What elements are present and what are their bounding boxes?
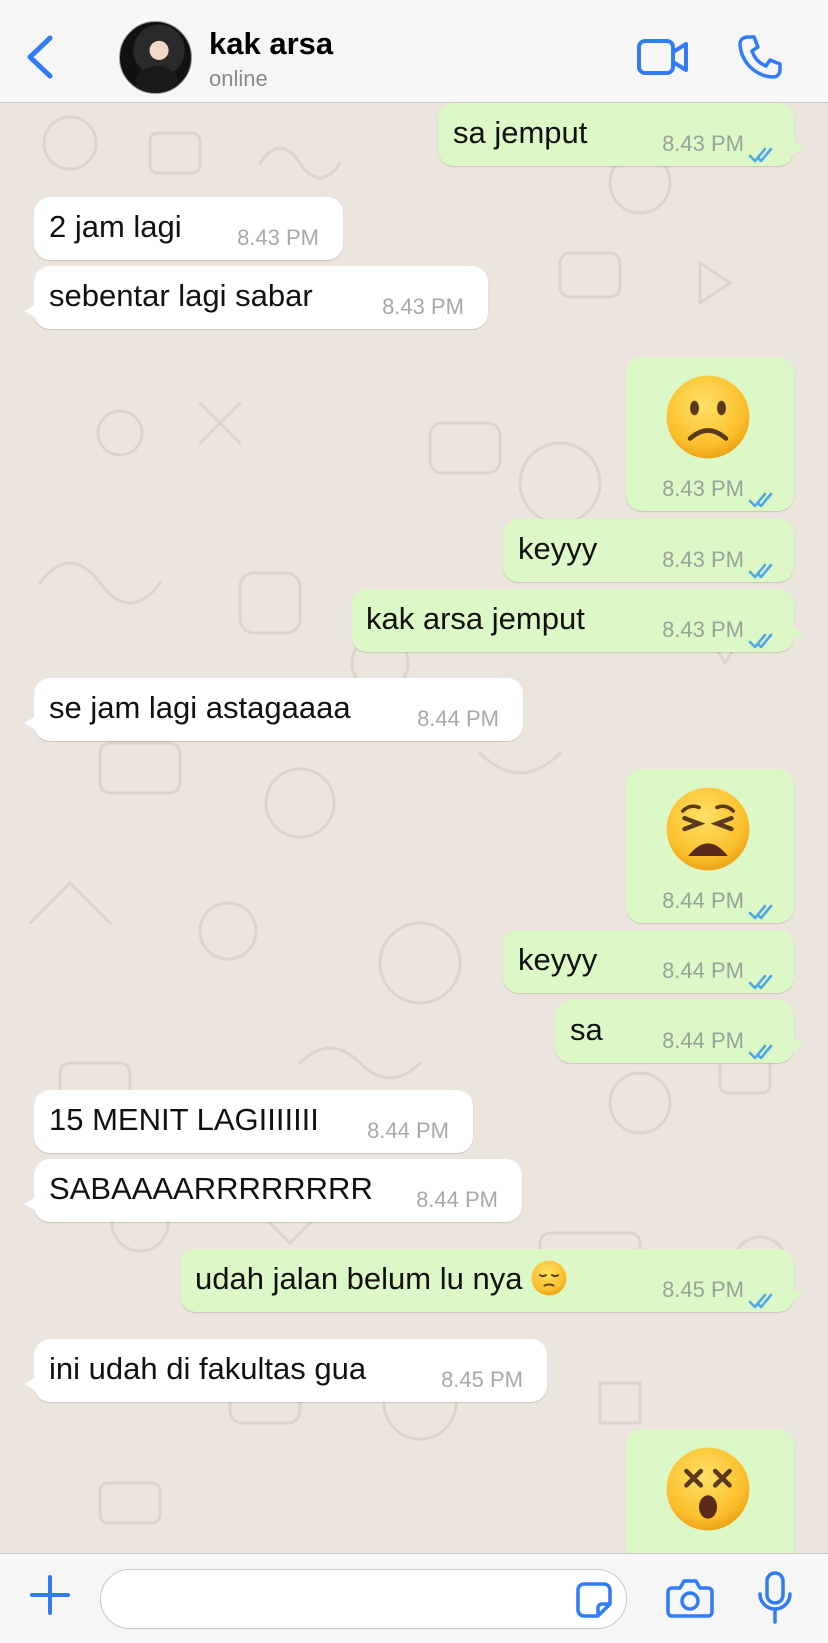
message-timestamp: 8.43 PM <box>382 294 464 319</box>
message-text: kak arsa jemput <box>366 601 585 637</box>
read-ticks-icon <box>748 552 778 579</box>
message-text-content: keyyy <box>518 942 598 977</box>
camera-icon <box>666 1579 714 1618</box>
message-text: udah jalan belum lu nya <box>195 1259 568 1300</box>
back-button[interactable] <box>22 32 62 82</box>
outgoing-message[interactable]: udah jalan belum lu nya 8.45 PM <box>180 1249 804 1312</box>
bubble-tail <box>790 140 804 156</box>
message-text: ini udah di fakultas gua <box>49 1351 366 1387</box>
pensive-face-icon <box>530 1259 568 1297</box>
message-text: 2 jam lagi <box>49 209 182 245</box>
chat-header: kak arsa online <box>0 0 828 103</box>
read-ticks-icon <box>748 1033 778 1060</box>
outgoing-message[interactable] <box>626 1429 794 1553</box>
message-text-content: sebentar lagi sabar <box>49 278 313 313</box>
message-timestamp: 8.43 PM <box>237 225 319 250</box>
message-text-content: sa jemput <box>453 115 588 150</box>
incoming-message[interactable]: 15 MENIT LAGIIIIIII 8.44 PM <box>34 1090 473 1153</box>
attach-button[interactable] <box>26 1571 74 1619</box>
sticker-icon <box>576 1582 612 1618</box>
phone-icon <box>738 35 782 79</box>
message-timestamp: 8.43 PM <box>662 131 744 156</box>
message-timestamp: 8.44 PM <box>417 706 499 731</box>
message-text-content: keyyy <box>518 531 598 566</box>
chat-area[interactable]: sa jemput 8.43 PM 2 jam lagi 8.43 PM sebenta… <box>0 103 828 1553</box>
outgoing-message[interactable]: sa jemput 8.43 PM <box>438 103 804 166</box>
message-text: sa jemput <box>453 115 587 151</box>
read-ticks-icon <box>748 1282 778 1309</box>
message-text: sa <box>570 1012 603 1048</box>
message-text: 15 MENIT LAGIIIIIII <box>49 1102 319 1138</box>
message-timestamp: 8.44 PM <box>416 1187 498 1212</box>
message-text-content: udah jalan belum lu nya <box>195 1261 523 1296</box>
bubble-tail <box>24 715 38 731</box>
weary-face-icon <box>663 784 753 874</box>
read-ticks-icon <box>748 893 778 920</box>
outgoing-message[interactable]: 8.43 PM <box>626 357 794 511</box>
message-text-content: kak arsa jemput <box>366 601 585 636</box>
message-timestamp: 8.44 PM <box>662 888 744 913</box>
microphone-icon <box>758 1571 792 1624</box>
outgoing-message[interactable]: sa 8.44 PM <box>555 1000 804 1063</box>
bubble-tail <box>24 303 38 319</box>
message-timestamp: 8.45 PM <box>662 1277 744 1302</box>
avatar[interactable] <box>119 21 192 94</box>
read-ticks-icon <box>748 622 778 649</box>
message-text-content: ini udah di fakultas gua <box>49 1351 367 1386</box>
outgoing-message[interactable]: keyyy 8.43 PM <box>503 519 794 582</box>
outgoing-message[interactable]: keyyy 8.44 PM <box>503 930 794 993</box>
message-timestamp: 8.44 PM <box>662 1028 744 1053</box>
message-timestamp: 8.43 PM <box>662 547 744 572</box>
incoming-message[interactable]: sebentar lagi sabar 8.43 PM <box>24 266 488 329</box>
message-input[interactable] <box>100 1569 627 1629</box>
message-text-content: sa <box>570 1012 603 1047</box>
voice-call-button[interactable] <box>736 33 784 81</box>
video-camera-icon <box>637 39 688 75</box>
message-timestamp: 8.43 PM <box>662 617 744 642</box>
message-text: keyyy <box>518 942 597 978</box>
bubble-tail <box>24 1376 38 1392</box>
frowning-face-icon <box>663 372 753 462</box>
incoming-message[interactable]: 2 jam lagi 8.43 PM <box>34 197 343 260</box>
bubble-tail <box>790 1037 804 1053</box>
bubble-tail <box>790 626 804 642</box>
message-text: sebentar lagi sabar <box>49 278 313 314</box>
incoming-message[interactable]: ini udah di fakultas gua 8.45 PM <box>24 1339 547 1402</box>
camera-button[interactable] <box>666 1576 714 1620</box>
contact-status: online <box>209 66 268 91</box>
message-timestamp: 8.45 PM <box>441 1367 523 1392</box>
incoming-message[interactable]: se jam lagi astagaaaa 8.44 PM <box>24 678 523 741</box>
bubble-tail <box>790 1286 804 1302</box>
outgoing-message[interactable]: kak arsa jemput 8.43 PM <box>351 589 804 652</box>
dizzy-face-icon <box>663 1444 753 1534</box>
bubble-tail <box>24 1196 38 1212</box>
message-text: keyyy <box>518 531 597 567</box>
message-timestamp: 8.43 PM <box>662 476 744 501</box>
outgoing-message[interactable]: 8.44 PM <box>626 769 794 923</box>
message-timestamp: 8.44 PM <box>367 1118 449 1143</box>
message-text: se jam lagi astagaaaa <box>49 690 351 726</box>
read-ticks-icon <box>748 136 778 163</box>
voice-record-button[interactable] <box>757 1570 793 1626</box>
video-call-button[interactable] <box>636 33 690 81</box>
message-text-content: se jam lagi astagaaaa <box>49 690 351 725</box>
compose-bar <box>0 1553 828 1643</box>
message-text-content: 2 jam lagi <box>49 209 182 244</box>
read-ticks-icon <box>748 481 778 508</box>
message-timestamp: 8.44 PM <box>662 958 744 983</box>
message-text: SABAAAARRRRRRRR <box>49 1171 373 1207</box>
message-text-content: 15 MENIT LAGIIIIIII <box>49 1102 319 1137</box>
chevron-left-icon <box>27 35 53 79</box>
plus-icon <box>30 1575 70 1615</box>
incoming-message[interactable]: SABAAAARRRRRRRR 8.44 PM <box>24 1159 522 1222</box>
sticker-button[interactable] <box>574 1580 614 1620</box>
contact-name[interactable]: kak arsa <box>209 26 333 62</box>
message-text-content: SABAAAARRRRRRRR <box>49 1171 373 1206</box>
read-ticks-icon <box>748 963 778 990</box>
